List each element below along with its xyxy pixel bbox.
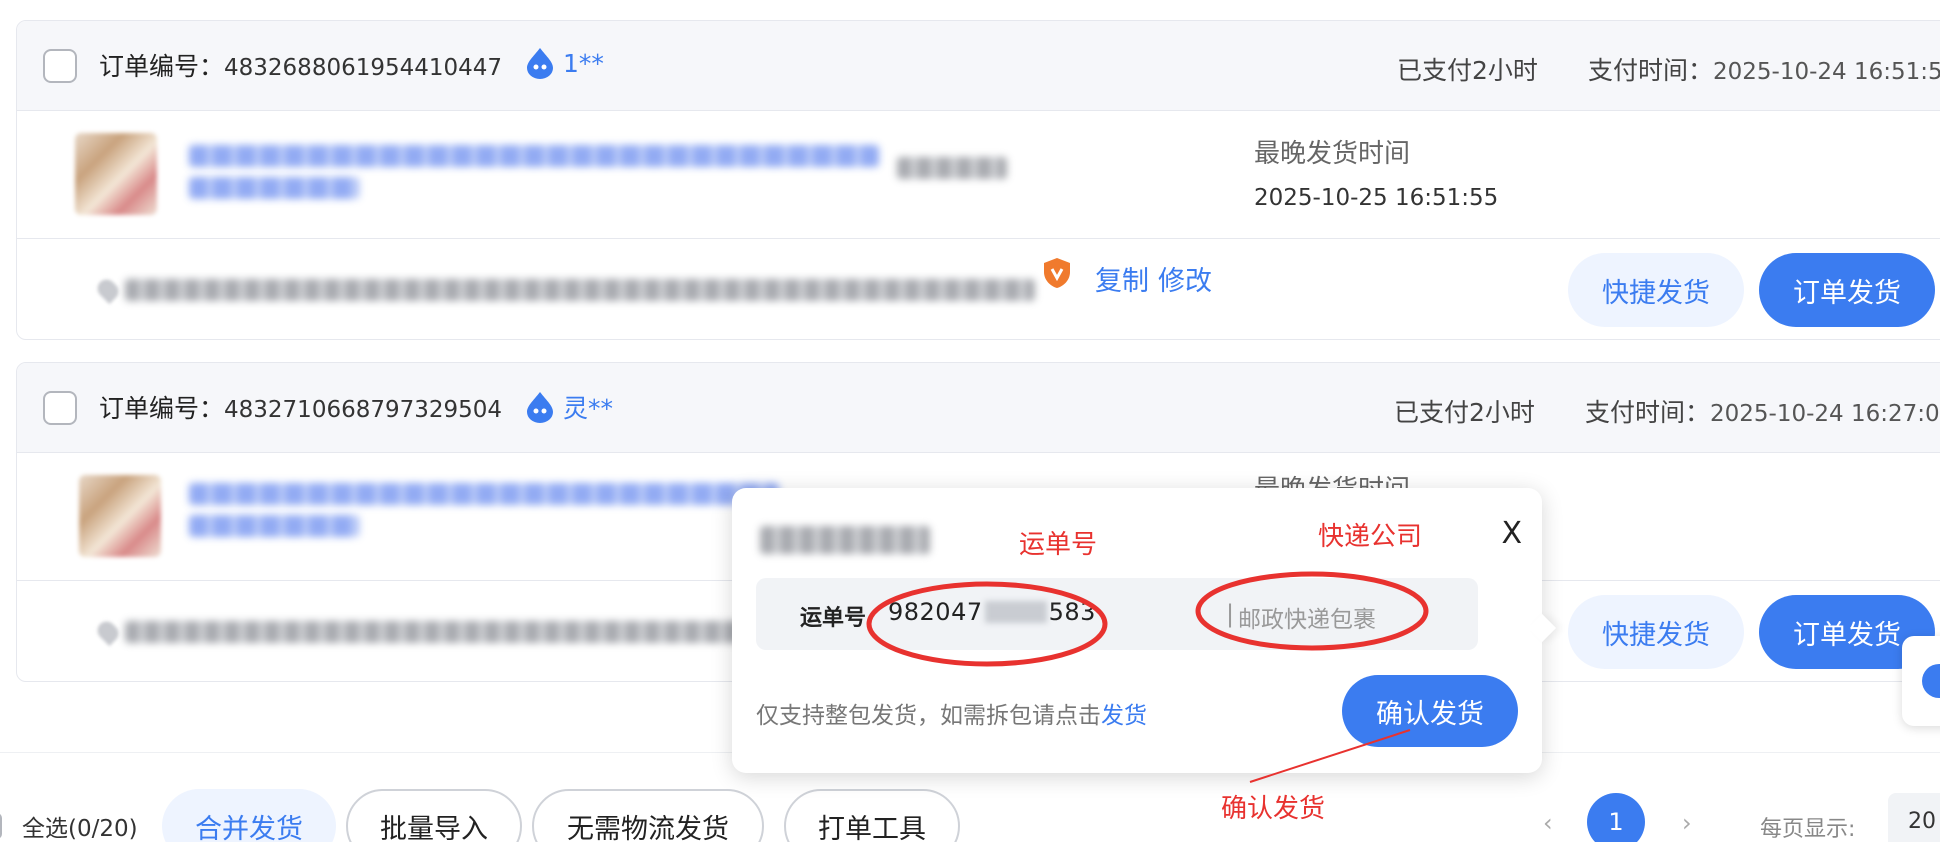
confirm-ship-button[interactable]: 确认发货 xyxy=(1342,675,1518,747)
close-icon[interactable]: X xyxy=(1501,516,1522,551)
popup-note: 仅支持整包发货，如需拆包请点击发货 xyxy=(756,696,1147,730)
split-ship-link[interactable]: 发货 xyxy=(1101,703,1147,729)
address-redacted xyxy=(125,279,1035,301)
select-all-checkbox[interactable] xyxy=(0,813,2,839)
prev-page-button[interactable]: ‹ xyxy=(1543,809,1553,837)
paid-status: 已支付2小时 xyxy=(1394,398,1535,427)
tracking-number-suffix: 583 xyxy=(1048,598,1096,626)
privacy-shield-icon xyxy=(1044,258,1070,288)
product-title-redacted[interactable] xyxy=(189,483,779,505)
paid-status: 已支付2小时 xyxy=(1397,56,1538,85)
merge-ship-button[interactable]: 合并发货 xyxy=(162,789,336,842)
order-card-header: 订单编号：4832710668797329504 灵** 已支付2小时 支付时间… xyxy=(17,363,1940,453)
pay-time-value: 2025-10-24 16:27:03 xyxy=(1710,401,1940,427)
tracking-number-mask xyxy=(984,601,1047,623)
select-all-label[interactable]: 全选(0/20) xyxy=(22,809,138,842)
copy-address-link[interactable]: 复制 xyxy=(1095,259,1149,298)
tracking-number-input[interactable]: 982047 583 xyxy=(888,598,1096,626)
order-number-value: 4832710668797329504 xyxy=(224,397,503,423)
input-separator: | xyxy=(1226,600,1235,628)
page-number-current[interactable]: 1 xyxy=(1587,793,1645,842)
wangwang-chat-icon[interactable] xyxy=(525,47,555,79)
quick-ship-button[interactable]: 快捷发货 xyxy=(1568,253,1744,327)
product-title-redacted-line2[interactable] xyxy=(189,515,359,537)
order-number-label: 订单编号： xyxy=(99,52,225,81)
company-annotation: 快递公司 xyxy=(1318,522,1423,552)
per-page-label: 每页显示: xyxy=(1760,817,1856,842)
order-checkbox[interactable] xyxy=(43,391,77,425)
order-number: 订单编号：4832688061954410447 xyxy=(99,47,502,83)
product-title-redacted[interactable] xyxy=(189,145,879,167)
buyer-contact[interactable]: 灵** xyxy=(525,389,613,425)
order-number: 订单编号：4832710668797329504 xyxy=(99,389,502,425)
print-tool-button[interactable]: 打单工具 xyxy=(784,789,960,842)
order-number-value: 4832688061954410447 xyxy=(224,55,503,81)
order-number-label: 订单编号： xyxy=(99,394,225,423)
buyer-name: 1** xyxy=(563,48,604,78)
location-pin-icon xyxy=(93,617,123,647)
location-pin-icon xyxy=(93,275,123,305)
product-title-redacted-line2[interactable] xyxy=(189,177,359,199)
quick-ship-button[interactable]: 快捷发货 xyxy=(1568,595,1744,669)
order-card-header: 订单编号：4832688061954410447 1** 已支付2小时 支付时间… xyxy=(17,21,1940,111)
wangwang-chat-icon[interactable] xyxy=(525,391,555,423)
pay-time-value: 2025-10-24 16:51:55 xyxy=(1713,59,1940,85)
tracking-input-bar: 运单号 982047 583 | 邮政快递包裹 xyxy=(756,578,1478,650)
order-shipping-page: 订单编号：4832688061954410447 1** 已支付2小时 支付时间… xyxy=(0,0,1940,842)
per-page-select[interactable]: 20 xyxy=(1888,793,1940,842)
pay-time-label: 支付时间： xyxy=(1585,398,1711,427)
pay-time-label: 支付时间： xyxy=(1588,56,1714,85)
order-card: 订单编号：4832688061954410447 1** 已支付2小时 支付时间… xyxy=(16,20,1940,340)
courier-company-select[interactable]: 邮政快递包裹 xyxy=(1238,600,1376,634)
side-help-widget[interactable] xyxy=(1902,636,1940,726)
help-icon[interactable] xyxy=(1922,664,1940,698)
next-page-button[interactable]: › xyxy=(1682,809,1692,837)
tracking-annotation: 运单号 xyxy=(1019,530,1098,560)
batch-import-button[interactable]: 批量导入 xyxy=(346,789,522,842)
buyer-name: 灵** xyxy=(563,394,614,423)
order-checkbox[interactable] xyxy=(43,49,77,83)
address-row: 复制 修改 快捷发货 订单发货 xyxy=(17,239,1940,339)
pay-time: 支付时间：2025-10-24 16:27:03 xyxy=(1585,393,1940,429)
buyer-contact[interactable]: 1** xyxy=(525,47,604,79)
product-row: 最晚发货时间 2025-10-25 16:51:55 xyxy=(17,111,1940,239)
pay-time: 支付时间：2025-10-24 16:51:55 xyxy=(1588,51,1940,87)
confirm-annotation: 确认发货 xyxy=(1221,794,1326,824)
product-thumbnail[interactable] xyxy=(75,133,157,215)
popup-note-text: 仅支持整包发货，如需拆包请点击 xyxy=(756,703,1101,729)
address-redacted xyxy=(125,621,745,643)
tracking-number-prefix: 982047 xyxy=(888,598,983,626)
deadline-label: 最晚发货时间 xyxy=(1254,139,1411,169)
deadline-value: 2025-10-25 16:51:55 xyxy=(1254,185,1499,211)
no-logistics-ship-button[interactable]: 无需物流发货 xyxy=(532,789,764,842)
popup-title-redacted xyxy=(760,526,930,554)
product-thumbnail[interactable] xyxy=(79,475,161,557)
tracking-number-label: 运单号 xyxy=(800,606,867,631)
order-ship-button[interactable]: 订单发货 xyxy=(1759,253,1935,327)
product-spec-redacted xyxy=(897,157,1007,179)
edit-address-link[interactable]: 修改 xyxy=(1158,259,1212,298)
